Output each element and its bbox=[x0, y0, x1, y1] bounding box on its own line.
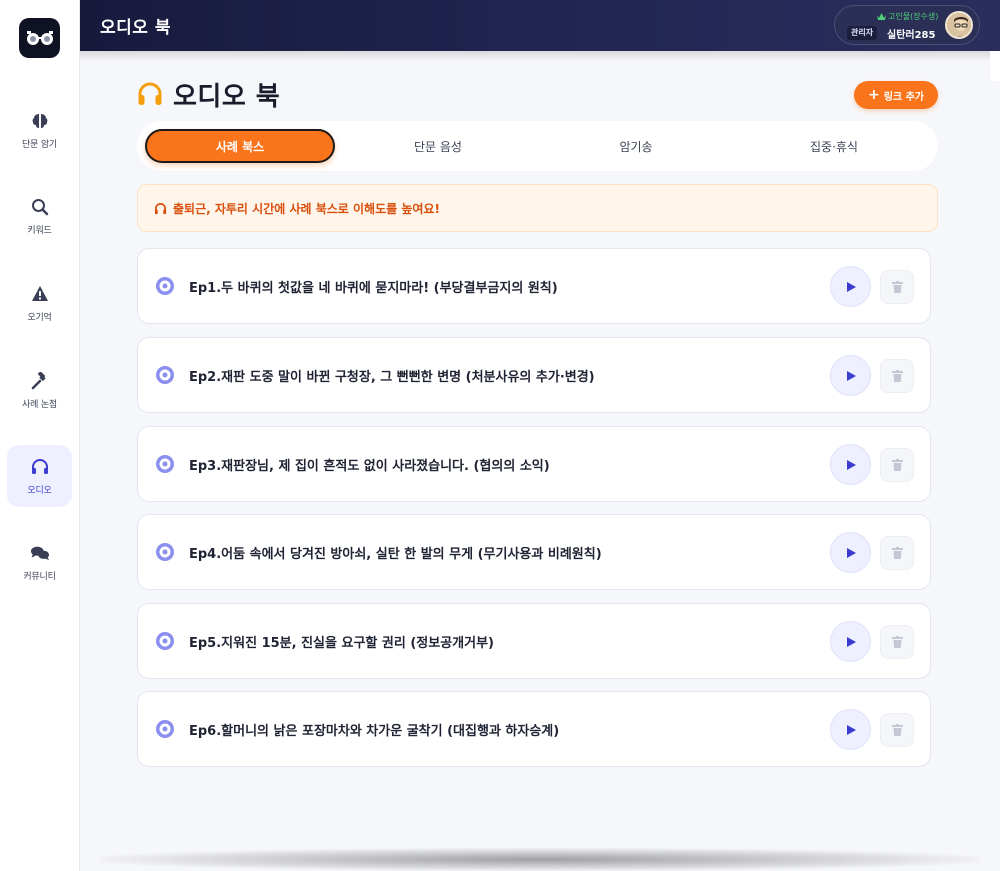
episode-item[interactable]: Ep5.지워진 15분, 진실을 요구할 권리 (정보공개거부) bbox=[137, 603, 931, 679]
trash-icon bbox=[891, 281, 903, 293]
gavel-icon bbox=[30, 371, 50, 391]
disc-icon bbox=[156, 632, 174, 650]
episode-item[interactable]: Ep2.재판 도중 말이 바뀐 구청장, 그 뻔뻔한 변명 (처분사유의 추가·… bbox=[137, 337, 931, 413]
play-button[interactable] bbox=[830, 444, 871, 485]
add-link-label: 링크 추가 bbox=[883, 91, 925, 103]
user-profile[interactable]: 고인물(장수생) 관리자 실탄러285 bbox=[834, 5, 980, 45]
trash-icon bbox=[891, 547, 903, 559]
play-button[interactable] bbox=[830, 621, 871, 662]
tab-focus-rest[interactable]: 집중·휴식 bbox=[739, 129, 929, 163]
sidebar-item-label: 키워드 bbox=[27, 225, 52, 236]
notice-text: 출퇴근, 자투리 시간에 사례 북스로 이해도를 높여요! bbox=[173, 201, 440, 216]
user-rank: 고인물(장수생) bbox=[877, 11, 938, 22]
page-title: 오디오 북 bbox=[173, 82, 281, 112]
play-icon bbox=[846, 724, 856, 735]
episode-title: Ep5.지워진 15분, 진실을 요구할 권리 (정보공개거부) bbox=[189, 636, 494, 651]
sidebar-item-short-memo[interactable]: 단문 암기 bbox=[7, 99, 72, 161]
episode-title: Ep1.두 바퀴의 첫값을 네 바퀴에 묻지마라! (부당결부금지의 원칙) bbox=[189, 281, 558, 296]
play-button[interactable] bbox=[830, 709, 871, 750]
headphones-icon bbox=[30, 457, 50, 477]
sidebar-item-label: 사례 논점 bbox=[22, 399, 57, 410]
sidebar-item-label: 오기억 bbox=[27, 312, 52, 323]
trash-icon bbox=[891, 459, 903, 471]
episode-item[interactable]: Ep3.재판장님, 제 집이 흔적도 없이 사라졌습니다. (협의의 소익) bbox=[137, 426, 931, 502]
play-button[interactable] bbox=[830, 355, 871, 396]
episode-item[interactable]: Ep6.할머니의 낡은 포장마차와 차가운 굴착기 (대집행과 하자승계) bbox=[137, 691, 931, 767]
avatar[interactable] bbox=[945, 11, 973, 39]
sidebar-item-wrong-memory[interactable]: 오기억 bbox=[7, 272, 72, 334]
top-bar: 오디오 북 고인물(장수생) 관리자 실탄러285 bbox=[80, 0, 1000, 51]
top-bar-shadow bbox=[80, 51, 1000, 61]
user-rank-label: 고인물(장수생) bbox=[888, 12, 939, 21]
episode-title: Ep4.어둠 속에서 당겨진 방아쇠, 실탄 한 발의 무게 (무기사용과 비례… bbox=[189, 547, 602, 562]
disc-icon bbox=[156, 543, 174, 561]
user-name: 실탄러285 bbox=[887, 30, 936, 41]
episode-title: Ep3.재판장님, 제 집이 흔적도 없이 사라졌습니다. (협의의 소익) bbox=[189, 459, 550, 474]
crown-icon bbox=[877, 13, 886, 20]
category-tabs: 사례 북스 단문 음성 암기송 집중·휴식 bbox=[137, 121, 938, 171]
play-icon bbox=[846, 459, 856, 470]
delete-button[interactable] bbox=[880, 625, 914, 659]
disc-icon bbox=[156, 277, 174, 295]
sidebar-item-label: 커뮤니티 bbox=[23, 571, 56, 582]
sidebar-item-community[interactable]: 커뮤니티 bbox=[7, 531, 72, 593]
app-title: 오디오 북 bbox=[100, 18, 171, 38]
app-logo[interactable] bbox=[19, 18, 60, 58]
role-badge: 관리자 bbox=[847, 26, 878, 40]
sidebar-item-keyword[interactable]: 키워드 bbox=[7, 185, 72, 247]
episode-title: Ep2.재판 도중 말이 바뀐 구청장, 그 뻔뻔한 변명 (처분사유의 추가·… bbox=[189, 370, 595, 385]
delete-button[interactable] bbox=[880, 359, 914, 393]
play-icon bbox=[846, 370, 856, 381]
delete-button[interactable] bbox=[880, 270, 914, 304]
tab-memory-song[interactable]: 암기송 bbox=[541, 129, 731, 163]
sidebar-item-label: 오디오 bbox=[27, 485, 52, 496]
play-icon bbox=[846, 547, 856, 558]
play-icon bbox=[846, 281, 856, 292]
add-link-button[interactable]: + 링크 추가 bbox=[854, 81, 938, 109]
warning-icon bbox=[30, 284, 50, 304]
brain-icon bbox=[30, 111, 50, 131]
glasses-logo-icon bbox=[26, 31, 53, 45]
headphones-icon bbox=[138, 82, 162, 105]
bottom-shadow bbox=[100, 848, 980, 871]
disc-icon bbox=[156, 455, 174, 473]
episode-item[interactable]: Ep1.두 바퀴의 첫값을 네 바퀴에 묻지마라! (부당결부금지의 원칙) bbox=[137, 248, 931, 324]
delete-button[interactable] bbox=[880, 536, 914, 570]
sidebar-item-audio[interactable]: 오디오 bbox=[7, 445, 72, 507]
search-icon bbox=[30, 197, 50, 217]
window-edge bbox=[990, 51, 1000, 81]
tab-short-voice[interactable]: 단문 음성 bbox=[343, 129, 533, 163]
sidebar: 단문 암기 키워드 오기억 사례 논점 오디오 커뮤니티 bbox=[0, 0, 80, 871]
delete-button[interactable] bbox=[880, 448, 914, 482]
notice-banner: 출퇴근, 자투리 시간에 사례 북스로 이해도를 높여요! bbox=[137, 184, 938, 232]
episode-title: Ep6.할머니의 낡은 포장마차와 차가운 굴착기 (대집행과 하자승계) bbox=[189, 724, 560, 739]
episode-item[interactable]: Ep4.어둠 속에서 당겨진 방아쇠, 실탄 한 발의 무게 (무기사용과 비례… bbox=[137, 514, 931, 590]
headphones-icon bbox=[154, 202, 167, 214]
tab-case-books[interactable]: 사례 북스 bbox=[145, 129, 335, 163]
plus-icon: + bbox=[867, 87, 880, 103]
trash-icon bbox=[891, 370, 903, 382]
delete-button[interactable] bbox=[880, 713, 914, 747]
sidebar-item-case-issues[interactable]: 사례 논점 bbox=[7, 359, 72, 421]
disc-icon bbox=[156, 720, 174, 738]
avatar-image bbox=[947, 13, 971, 37]
disc-icon bbox=[156, 366, 174, 384]
chat-icon bbox=[30, 543, 50, 563]
sidebar-item-label: 단문 암기 bbox=[22, 139, 57, 150]
trash-icon bbox=[891, 724, 903, 736]
play-button[interactable] bbox=[830, 532, 871, 573]
trash-icon bbox=[891, 636, 903, 648]
play-icon bbox=[846, 636, 856, 647]
play-button[interactable] bbox=[830, 266, 871, 307]
